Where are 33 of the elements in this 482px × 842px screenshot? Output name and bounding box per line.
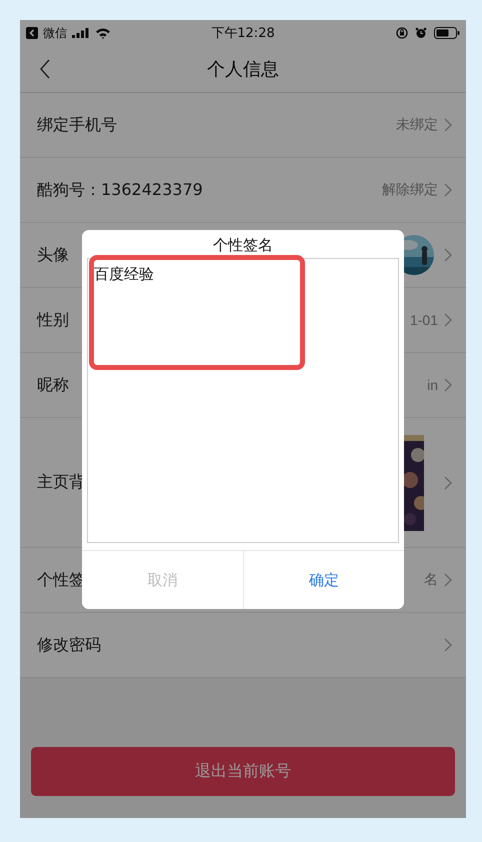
row-value: in: [427, 377, 438, 393]
alarm-icon: [415, 27, 427, 39]
settings-row[interactable]: 修改密码: [20, 613, 466, 678]
row-label: 修改密码: [37, 634, 101, 656]
dialog-title: 个性签名: [213, 236, 273, 256]
chevron-right-icon: [444, 248, 452, 262]
chevron-right-icon: [444, 118, 452, 132]
row-value: 解除绑定: [382, 181, 438, 199]
row-label: 绑定手机号: [37, 114, 117, 136]
signal-icon: [72, 28, 90, 38]
back-app-label[interactable]: 微信: [43, 24, 67, 42]
settings-row[interactable]: 酷狗号：1362423379 解除绑定: [20, 158, 466, 223]
status-time: 下午12:28: [211, 25, 275, 42]
row-value: 名: [424, 571, 438, 589]
back-app-icon[interactable]: [26, 27, 38, 39]
row-label: 昵称: [37, 374, 69, 396]
chevron-right-icon: [444, 638, 452, 652]
row-label: 酷狗号：1362423379: [37, 180, 203, 200]
battery-icon: [434, 27, 460, 39]
settings-row[interactable]: 绑定手机号 未绑定: [20, 93, 466, 158]
rotation-lock-icon: [396, 27, 408, 39]
wifi-icon: [95, 27, 111, 39]
chevron-right-icon: [444, 183, 452, 197]
chevron-right-icon: [444, 313, 452, 327]
chevron-right-icon: [444, 573, 452, 587]
row-label: 头像: [37, 244, 69, 266]
page-title: 个人信息: [207, 58, 279, 81]
chevron-right-icon: [444, 378, 452, 392]
row-value: 未绑定: [396, 116, 438, 134]
back-icon[interactable]: [39, 59, 51, 79]
row-value: 1-01: [410, 312, 438, 328]
row-label: 性别: [37, 310, 69, 330]
chevron-right-icon: [444, 476, 452, 490]
